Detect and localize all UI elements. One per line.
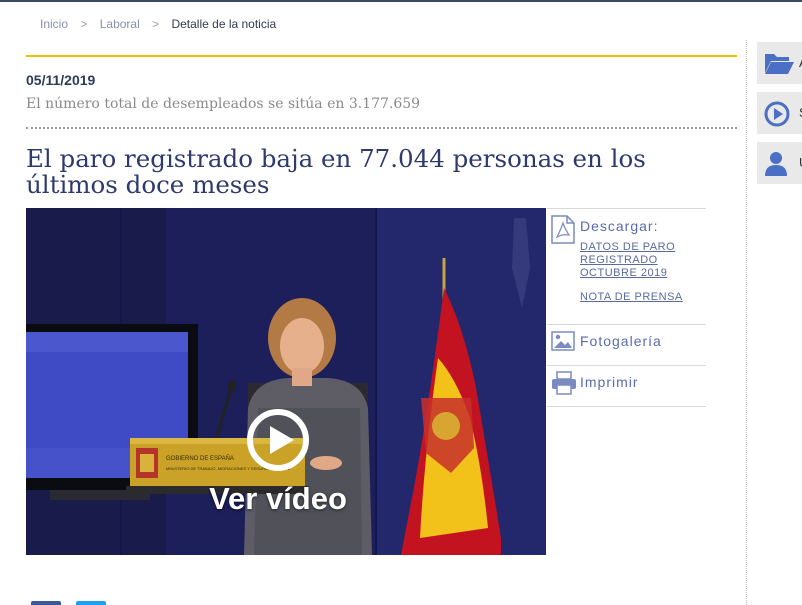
photo-gallery-link[interactable]: Fotogalería: [580, 333, 662, 349]
quick-access-button-1[interactable]: A: [757, 42, 802, 84]
quick-access-button-3[interactable]: U: [757, 142, 802, 184]
header-divider: [26, 55, 737, 57]
twitter-share-button[interactable]: [76, 601, 106, 605]
printer-icon[interactable]: [551, 371, 577, 395]
lectern-sign-text: GOBIERNO DE ESPAÑA: [166, 455, 234, 462]
breadcrumb-separator: >: [152, 17, 160, 31]
watch-video-label[interactable]: Ver vídeo: [26, 481, 530, 517]
folder-open-icon: [765, 54, 794, 74]
article-subtitle: El número total de desempleados se sitúa…: [26, 96, 421, 112]
print-link[interactable]: Imprimir: [580, 374, 639, 390]
pdf-icon: [551, 215, 575, 244]
subtitle-divider: [26, 127, 737, 129]
column-divider: [746, 40, 747, 605]
breadcrumb: Inicio > Laboral > Detalle de la noticia: [40, 17, 276, 31]
top-border: [0, 0, 802, 2]
panel-divider: [547, 365, 706, 366]
panel-divider: [547, 324, 706, 325]
breadcrumb-home-link[interactable]: Inicio: [40, 17, 68, 31]
panel-divider: [547, 406, 706, 407]
article-date: 05/11/2019: [26, 72, 96, 88]
play-icon[interactable]: [246, 408, 310, 472]
play-circle-icon: [764, 101, 790, 127]
breadcrumb-separator: >: [80, 17, 88, 31]
user-icon: [765, 152, 787, 176]
article-headline: El paro registrado baja en 77.044 person…: [26, 144, 646, 199]
download-title: Descargar:: [580, 218, 659, 234]
panel-divider: [547, 208, 706, 209]
download-press-release-link[interactable]: NOTA DE PRENSA: [580, 291, 704, 304]
download-unemployment-data-link[interactable]: DATOS DE PARO REGISTRADO OCTUBRE 2019: [580, 241, 704, 280]
facebook-share-button[interactable]: [31, 601, 61, 605]
image-gallery-icon[interactable]: [551, 331, 575, 351]
quick-access-button-2[interactable]: S: [757, 92, 802, 134]
video-player[interactable]: GOBIERNO DE ESPAÑA MINISTERIO DE TRABAJO…: [26, 208, 546, 555]
breadcrumb-current: Detalle de la noticia: [171, 17, 277, 31]
breadcrumb-labour-link[interactable]: Laboral: [100, 17, 140, 31]
